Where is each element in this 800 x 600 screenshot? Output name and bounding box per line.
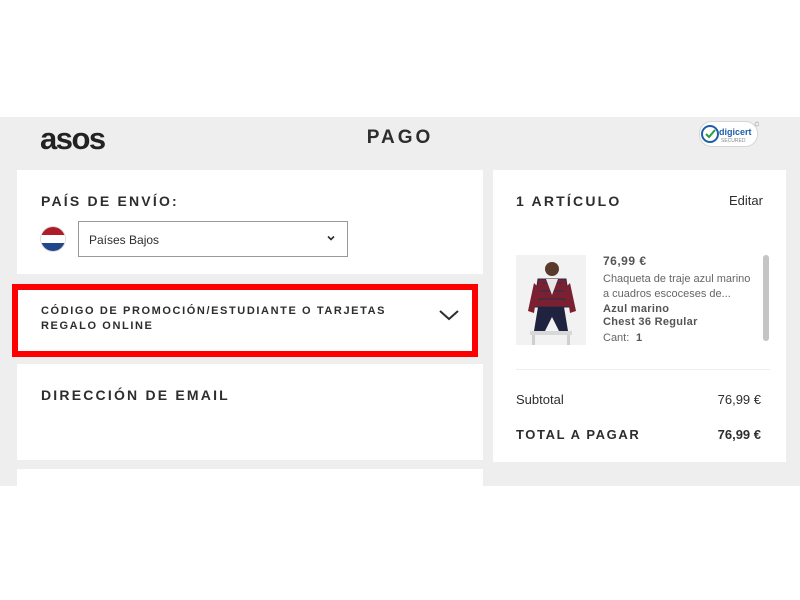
promo-code-label: CÓDIGO DE PROMOCIÓN/ESTUDIANTE O TARJETA… — [41, 305, 387, 332]
next-section-panel — [17, 469, 483, 486]
subtotal-value: 76,99 € — [717, 392, 761, 407]
digicert-sublabel: SECURED — [721, 138, 746, 144]
country-select-value: Países Bajos — [89, 233, 160, 247]
shipping-country-heading: PAÍS DE ENVÍO: — [41, 193, 179, 209]
item-size: Chest 36 Regular — [603, 316, 698, 328]
product-photo-icon — [516, 255, 586, 345]
digicert-badge: digicert SECURED — [699, 121, 760, 151]
item-price: 76,99 € — [603, 254, 647, 268]
subtotal-label: Subtotal — [516, 392, 564, 407]
chevron-down-icon[interactable] — [438, 308, 460, 322]
item-qty-label: Cant: — [603, 332, 630, 344]
item-color: Azul marino — [603, 303, 670, 315]
netherlands-flag-icon — [41, 227, 65, 251]
email-heading: DIRECCIÓN DE EMAIL — [41, 387, 230, 403]
item-qty-value: 1 — [636, 332, 643, 344]
country-select[interactable]: Países Bajos — [78, 221, 348, 257]
checkout-header: asos PAGO digicert SECURED — [0, 117, 800, 170]
item-count-heading: 1 ARTÍCULO — [516, 193, 622, 209]
digicert-label: digicert — [719, 127, 752, 137]
edit-link[interactable]: Editar — [729, 193, 763, 208]
total-label: TOTAL A PAGAR — [516, 427, 641, 442]
summary-divider — [516, 369, 770, 370]
product-image[interactable] — [516, 255, 586, 345]
email-panel — [17, 364, 483, 460]
total-value: 76,99 € — [717, 427, 761, 442]
item-description[interactable]: Chaqueta de traje azul marino a cuadros … — [603, 272, 753, 302]
chevron-down-icon — [327, 235, 335, 241]
summary-scrollbar-thumb[interactable] — [763, 255, 769, 341]
page-title: PAGO — [366, 127, 434, 148]
